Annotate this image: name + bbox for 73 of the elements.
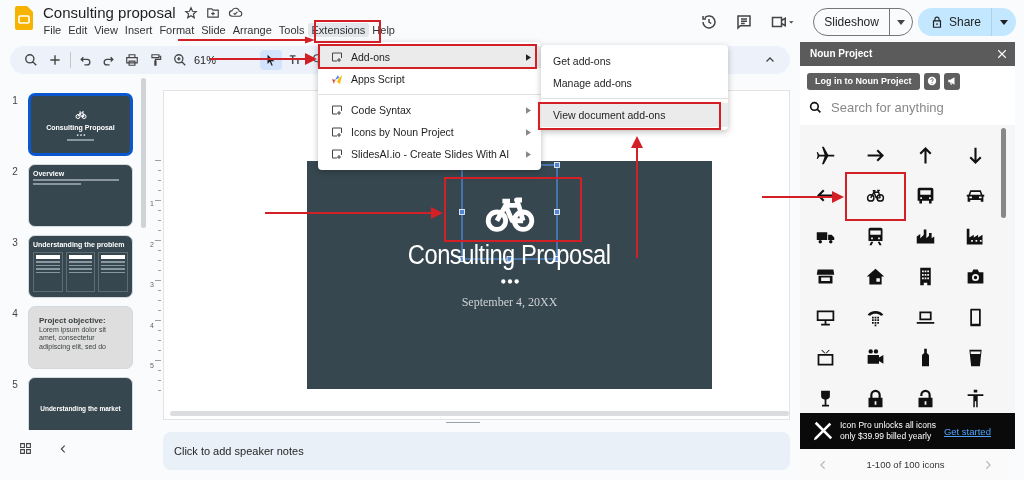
add-on-icon	[331, 148, 343, 160]
search-icon	[809, 101, 822, 115]
add-on-icon	[331, 104, 343, 116]
resize-handle	[446, 422, 480, 423]
highlight-box	[845, 172, 906, 221]
pagination-text: 1-100 of 100 icons	[866, 459, 945, 470]
search-icon[interactable]	[24, 53, 38, 67]
menu-item[interactable]: Tools	[275, 23, 308, 37]
menu-item[interactable]: Insert	[121, 23, 156, 37]
comment-icon[interactable]	[735, 13, 754, 31]
menu-option[interactable]: Get add-ons	[541, 50, 728, 72]
get-started-link[interactable]: Get started	[943, 425, 991, 437]
plane-icon[interactable]	[814, 144, 836, 166]
document-title[interactable]: Consulting proposal	[43, 4, 176, 21]
add-on-icon	[331, 51, 343, 63]
caret-icon	[1000, 19, 1008, 25]
thumbnail-title: Project objective:	[39, 316, 107, 325]
announcement-button[interactable]	[943, 72, 960, 90]
menu-option[interactable]: Apps Script	[318, 68, 541, 90]
menu-option[interactable]: Add-ons	[318, 46, 541, 68]
menu-item[interactable]: Edit	[64, 23, 91, 37]
plus-icon[interactable]	[48, 53, 62, 67]
slide-number: 5	[11, 379, 19, 390]
menu-item[interactable]: Slide	[197, 23, 230, 37]
zoom-icon[interactable]	[173, 53, 187, 67]
apps-script-icon	[331, 73, 343, 85]
help-icon	[926, 76, 937, 87]
menu-item[interactable]: View	[90, 23, 122, 37]
crossed-tools-icon	[812, 420, 834, 443]
star-icon[interactable]	[183, 5, 198, 20]
slideshow-button[interactable]: Slideshow	[814, 9, 890, 35]
paint-format-icon[interactable]	[149, 53, 163, 67]
speaker-notes-field[interactable]: Click to add speaker notes	[163, 432, 790, 470]
dots-icon	[499, 279, 520, 284]
slide-date: September 4, 20XX	[461, 295, 558, 310]
column-drawing	[98, 252, 128, 292]
caret-icon	[896, 19, 905, 25]
grid-view-icon[interactable]	[19, 442, 32, 455]
promo-text: Icon Pro unlocks all icons	[840, 420, 936, 432]
text-line-drawing	[66, 138, 95, 141]
panel-title: Noun Project	[810, 48, 873, 60]
menu-option[interactable]: Manage add-ons	[541, 72, 728, 94]
menu-item[interactable]: Arrange	[229, 23, 276, 37]
menu-option[interactable]: SlidesAI.io - Create Slides With AI	[318, 143, 541, 165]
add-on-icon	[331, 126, 343, 138]
search-field[interactable]: Search for anything	[800, 94, 1015, 121]
dots-icon	[75, 133, 86, 136]
menu-option[interactable]: View document add-ons	[541, 103, 728, 127]
promo-text: only $39.99 billed yearly	[840, 431, 933, 443]
menu-item[interactable]: Format	[155, 23, 198, 37]
slide-title: Consulting Proposal	[408, 240, 611, 271]
megaphone-icon	[946, 76, 957, 87]
help-button[interactable]	[923, 72, 940, 90]
menu-option[interactable]: Code Syntax	[318, 99, 541, 121]
cloud-icon[interactable]	[227, 5, 243, 20]
folder-icon[interactable]	[205, 5, 220, 20]
close-icon[interactable]	[997, 48, 1007, 59]
history-icon[interactable]	[700, 13, 719, 31]
menu-item[interactable]: File	[40, 23, 65, 37]
share-dropdown-button[interactable]	[992, 8, 1016, 36]
column-drawing	[65, 252, 96, 292]
slide-number: 2	[11, 166, 19, 177]
slide-number: 4	[11, 308, 19, 319]
text-line-drawing	[33, 183, 81, 185]
print-icon[interactable]	[125, 53, 139, 67]
login-button[interactable]: Log in to Noun Project	[807, 72, 920, 90]
slide-number: 3	[11, 237, 19, 248]
slide-number: 1	[11, 95, 19, 106]
menu-option[interactable]: Icons by Noun Project	[318, 121, 541, 143]
select-tool-button[interactable]	[260, 50, 283, 70]
share-button[interactable]: Share	[917, 8, 992, 36]
column-drawing	[33, 252, 63, 292]
collapse-panel-icon[interactable]	[58, 443, 68, 454]
